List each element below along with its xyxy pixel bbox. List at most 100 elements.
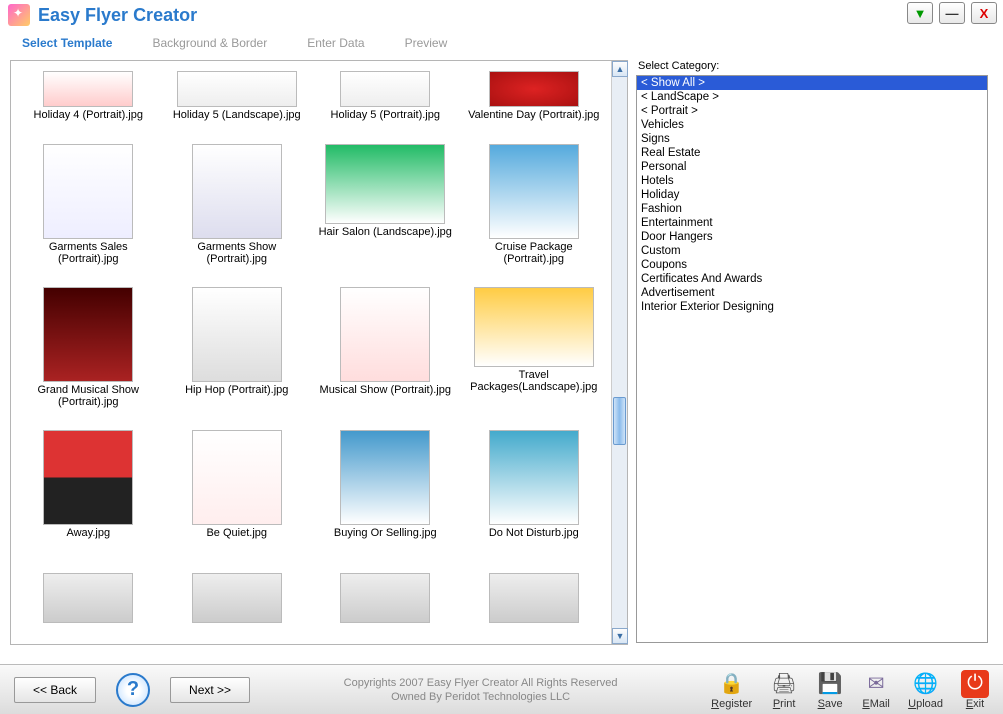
next-button[interactable]: Next >> <box>170 677 250 703</box>
category-item[interactable]: Door Hangers <box>637 230 987 244</box>
print-button[interactable]: 🖨 Print <box>770 670 798 710</box>
category-item[interactable]: Personal <box>637 160 987 174</box>
scroll-up-button[interactable]: ▲ <box>612 61 628 77</box>
thumbnail-image <box>43 144 133 239</box>
category-item[interactable]: < LandScape > <box>637 90 987 104</box>
minimize-button[interactable]: — <box>939 2 965 24</box>
template-thumbnail[interactable]: Valentine Day (Portrait).jpg <box>464 71 604 136</box>
scroll-thumb[interactable] <box>613 397 626 445</box>
template-thumbnail[interactable]: Hip Hop (Portrait).jpg <box>167 287 307 422</box>
template-thumbnail[interactable]: Holiday 5 (Landscape).jpg <box>167 71 307 136</box>
template-thumbnail[interactable]: Garments Show (Portrait).jpg <box>167 144 307 279</box>
category-item[interactable]: Signs <box>637 132 987 146</box>
category-item[interactable]: Real Estate <box>637 146 987 160</box>
register-label: Register <box>711 698 752 710</box>
category-item[interactable]: Advertisement <box>637 286 987 300</box>
scroll-down-button[interactable]: ▼ <box>612 628 628 644</box>
category-item[interactable]: Certificates And Awards <box>637 272 987 286</box>
category-item[interactable]: Coupons <box>637 258 987 272</box>
window-controls: ▼ — X <box>907 2 997 24</box>
template-thumbnail[interactable]: Holiday 4 (Portrait).jpg <box>18 71 158 136</box>
tab-background-border[interactable]: Background & Border <box>152 36 267 50</box>
category-item[interactable]: Interior Exterior Designing <box>637 300 987 314</box>
thumbnail-image <box>489 573 579 623</box>
step-tabs: Select Template Background & Border Ente… <box>0 30 1003 60</box>
thumbnail-label: Be Quiet.jpg <box>206 527 267 539</box>
thumbnail-label: Holiday 4 (Portrait).jpg <box>34 109 143 121</box>
thumbnail-image <box>340 71 430 107</box>
category-item[interactable]: Holiday <box>637 188 987 202</box>
category-item[interactable]: < Show All > <box>637 76 987 90</box>
template-thumbnail[interactable]: Do Not Disturb.jpg <box>464 430 604 565</box>
thumbnail-label: Buying Or Selling.jpg <box>334 527 437 539</box>
template-thumbnail[interactable]: Garments Sales (Portrait).jpg <box>18 144 158 279</box>
thumbnail-label: Grand Musical Show (Portrait).jpg <box>18 384 158 408</box>
lock-icon: 🔒 <box>718 670 746 698</box>
category-item[interactable]: < Portrait > <box>637 104 987 118</box>
thumbnail-image <box>340 287 430 382</box>
thumbnail-label: Garments Show (Portrait).jpg <box>167 241 307 265</box>
template-thumbnail[interactable]: Musical Show (Portrait).jpg <box>315 287 455 422</box>
template-thumbnail[interactable]: Away.jpg <box>18 430 158 565</box>
thumbnail-label: Cruise Package (Portrait).jpg <box>464 241 604 265</box>
thumbnail-label: Musical Show (Portrait).jpg <box>320 384 451 396</box>
app-title: Easy Flyer Creator <box>38 5 197 26</box>
exit-button[interactable]: ⏻ Exit <box>961 670 989 710</box>
template-thumbnail[interactable] <box>315 573 455 633</box>
thumbnail-image <box>192 287 282 382</box>
gallery-viewport: Holiday 4 (Portrait).jpg Holiday 5 (Lands… <box>11 61 611 644</box>
thumbnail-image <box>340 430 430 525</box>
power-icon: ⏻ <box>961 670 989 698</box>
help-button[interactable]: ? <box>116 673 150 707</box>
tab-preview[interactable]: Preview <box>405 36 448 50</box>
register-button[interactable]: 🔒 Register <box>711 670 752 710</box>
category-item[interactable]: Custom <box>637 244 987 258</box>
template-thumbnail[interactable]: Holiday 5 (Portrait).jpg <box>315 71 455 136</box>
template-thumbnail[interactable]: Be Quiet.jpg <box>167 430 307 565</box>
main-area: Holiday 4 (Portrait).jpg Holiday 5 (Lands… <box>0 60 1003 660</box>
template-thumbnail[interactable] <box>18 573 158 633</box>
template-thumbnail[interactable]: Buying Or Selling.jpg <box>315 430 455 565</box>
gallery-scrollbar[interactable]: ▲ ▼ <box>611 61 627 644</box>
tab-enter-data[interactable]: Enter Data <box>307 36 364 50</box>
email-label: EMail <box>862 698 890 710</box>
thumbnail-image <box>192 573 282 623</box>
category-item[interactable]: Entertainment <box>637 216 987 230</box>
app-icon <box>8 4 30 26</box>
tab-select-template[interactable]: Select Template <box>22 36 112 50</box>
category-panel: Select Category: < Show All >< LandScape… <box>636 60 988 660</box>
template-thumbnail[interactable] <box>167 573 307 633</box>
thumbnail-image <box>489 71 579 107</box>
template-thumbnail[interactable] <box>464 573 604 633</box>
email-button[interactable]: ✉ EMail <box>862 670 890 710</box>
template-gallery: Holiday 4 (Portrait).jpg Holiday 5 (Lands… <box>10 60 628 645</box>
thumbnail-image <box>489 430 579 525</box>
thumbnail-image <box>340 573 430 623</box>
save-button[interactable]: 💾 Save <box>816 670 844 710</box>
exit-label: Exit <box>966 698 984 710</box>
close-button[interactable]: X <box>971 2 997 24</box>
title-bar: Easy Flyer Creator ▼ — X <box>0 0 1003 30</box>
category-item[interactable]: Hotels <box>637 174 987 188</box>
dropdown-button[interactable]: ▼ <box>907 2 933 24</box>
copyright-line2: Owned By Peridot Technologies LLC <box>250 690 711 704</box>
template-thumbnail[interactable]: Travel Packages(Landscape).jpg <box>464 287 604 422</box>
back-button[interactable]: << Back <box>14 677 96 703</box>
thumbnail-image <box>177 71 297 107</box>
floppy-icon: 💾 <box>816 670 844 698</box>
scroll-track[interactable] <box>612 77 627 628</box>
upload-button[interactable]: 🌐 Upload <box>908 670 943 710</box>
template-thumbnail[interactable]: Grand Musical Show (Portrait).jpg <box>18 287 158 422</box>
upload-label: Upload <box>908 698 943 710</box>
thumbnail-label: Garments Sales (Portrait).jpg <box>18 241 158 265</box>
template-thumbnail[interactable]: Cruise Package (Portrait).jpg <box>464 144 604 279</box>
category-item[interactable]: Vehicles <box>637 118 987 132</box>
thumbnail-label: Hair Salon (Landscape).jpg <box>319 226 452 238</box>
template-thumbnail[interactable]: Hair Salon (Landscape).jpg <box>315 144 455 279</box>
thumbnail-label: Away.jpg <box>66 527 110 539</box>
print-label: Print <box>773 698 796 710</box>
category-list[interactable]: < Show All >< LandScape >< Portrait >Veh… <box>636 75 988 643</box>
save-label: Save <box>818 698 843 710</box>
printer-icon: 🖨 <box>770 670 798 698</box>
category-item[interactable]: Fashion <box>637 202 987 216</box>
